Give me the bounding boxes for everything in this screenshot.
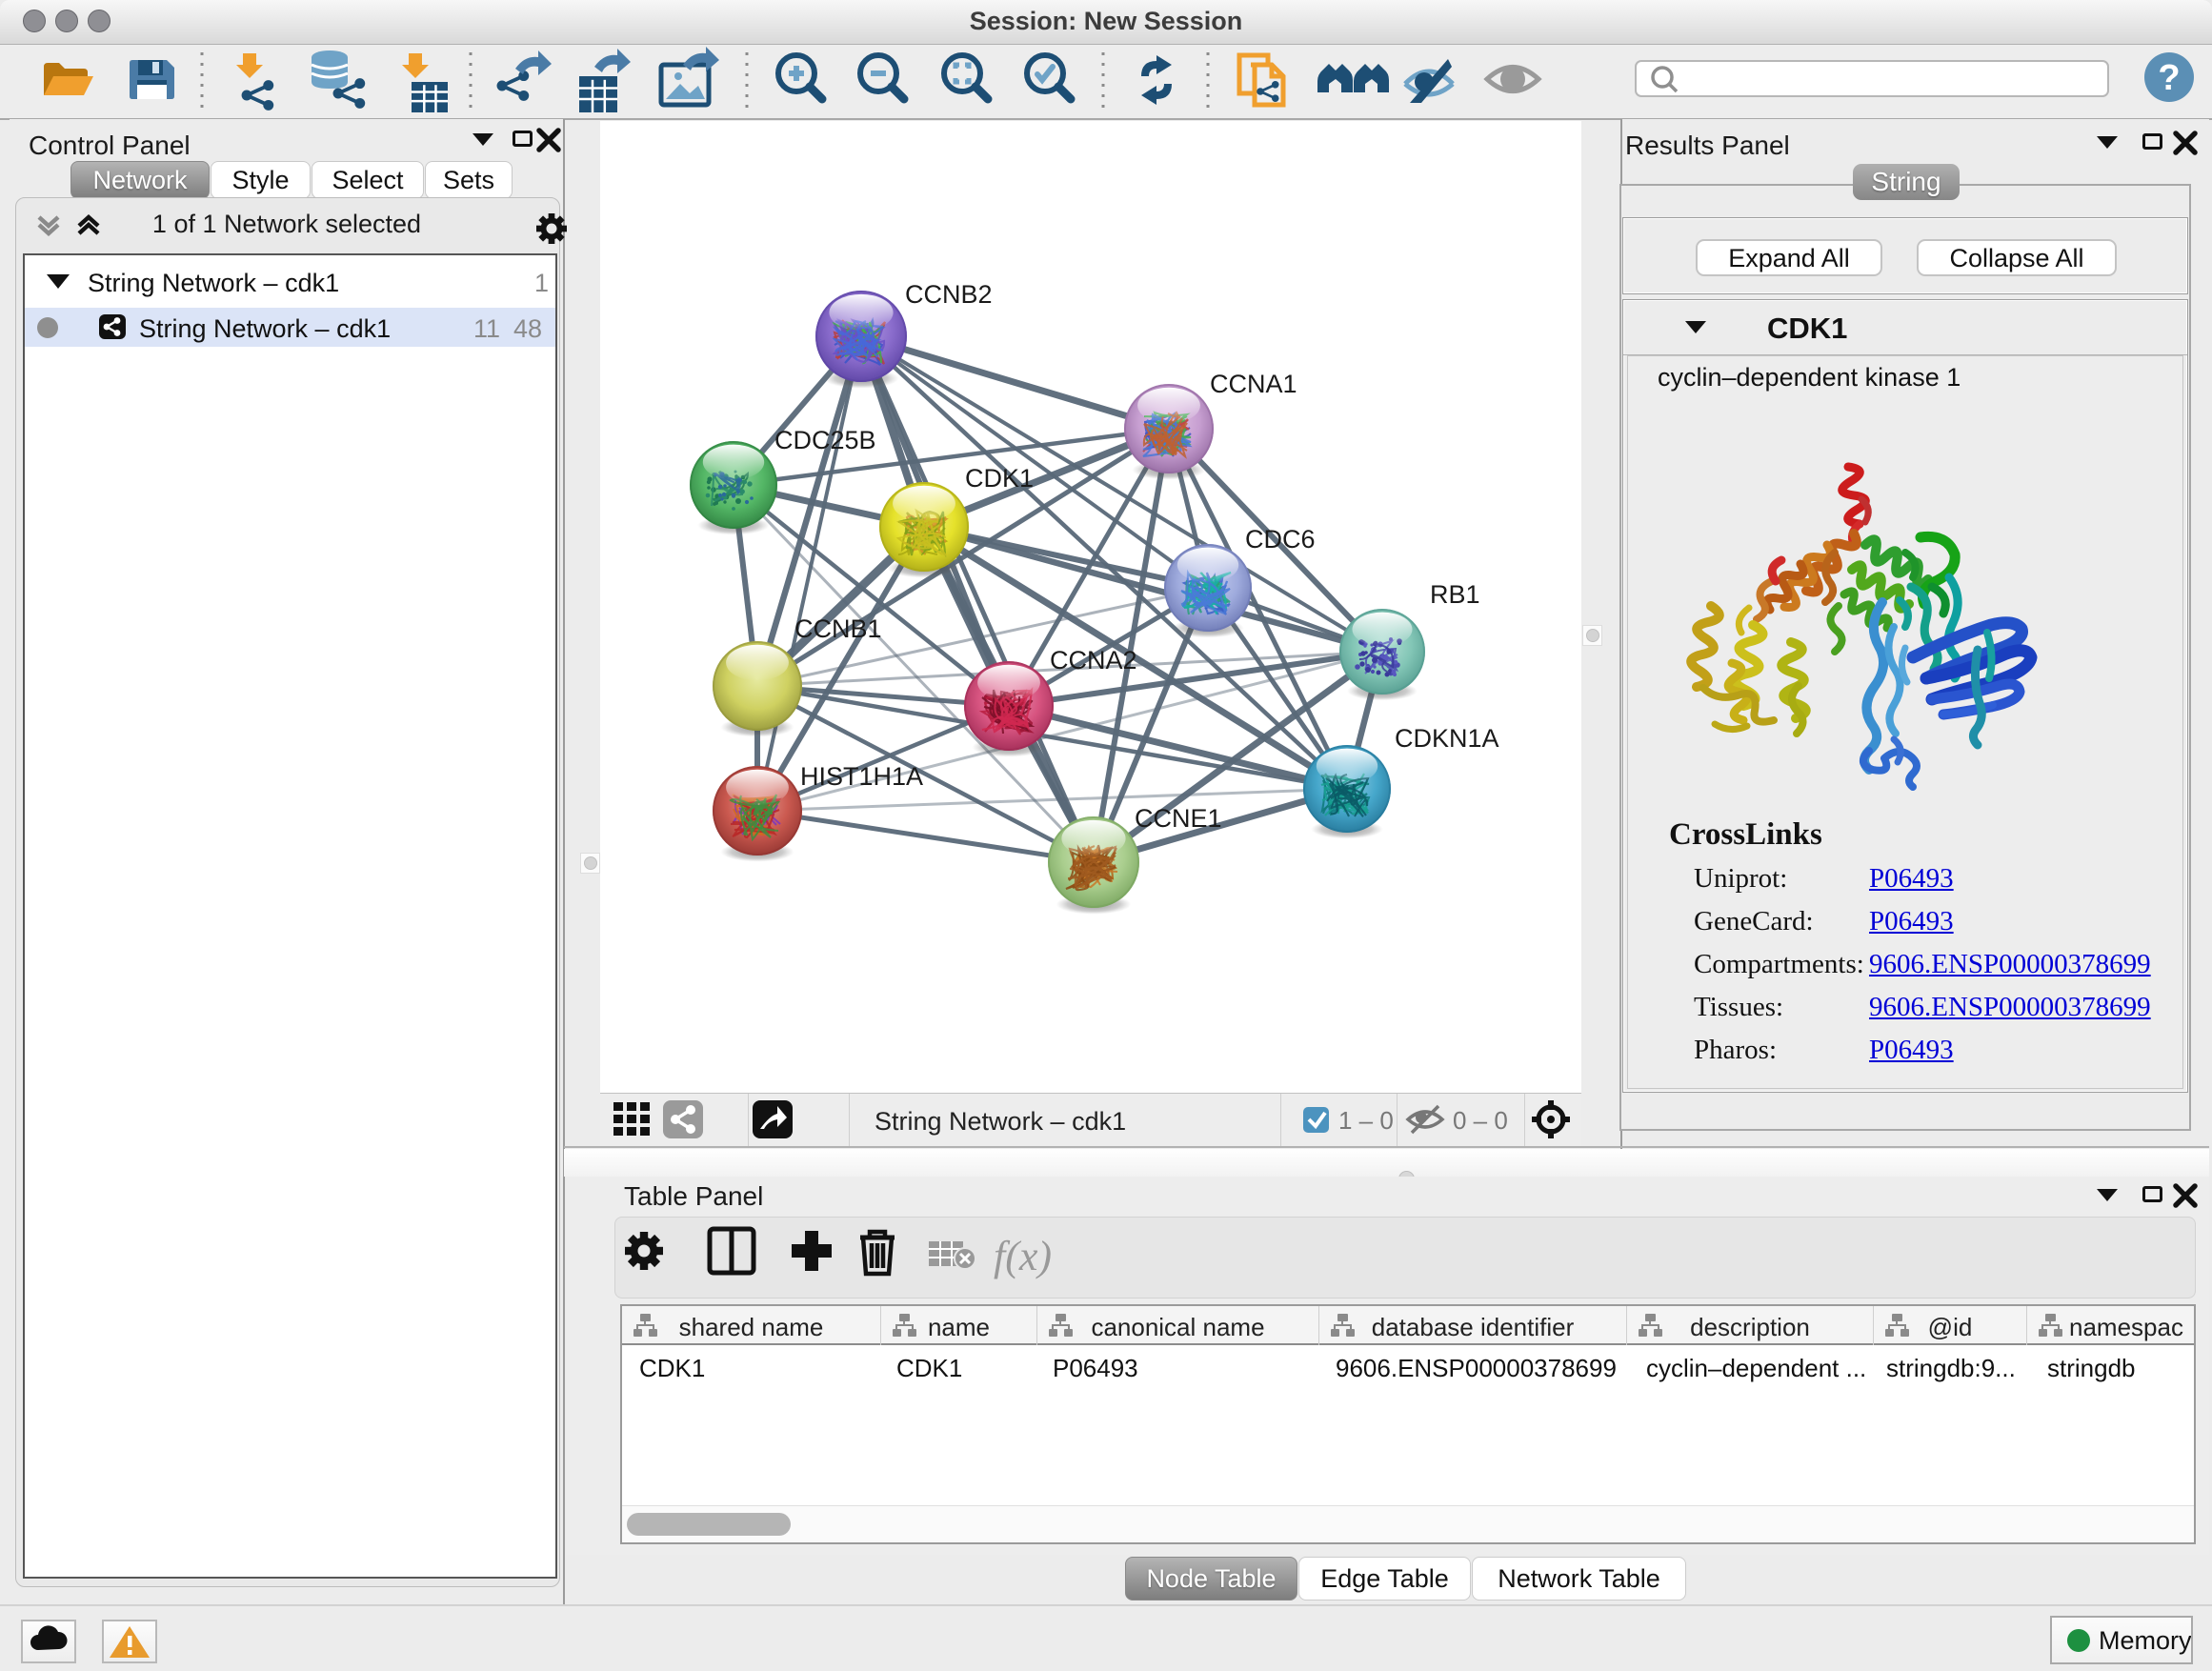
svg-text:RB1: RB1 — [1430, 580, 1480, 609]
svg-text:CDK1: CDK1 — [965, 464, 1034, 493]
svg-text:CDC25B: CDC25B — [774, 426, 876, 454]
svg-text:f(x): f(x) — [994, 1233, 1052, 1279]
svg-text:CDKN1A: CDKN1A — [1395, 724, 1499, 753]
svg-text:1 – 0: 1 – 0 — [1338, 1106, 1394, 1135]
svg-text:HIST1H1A: HIST1H1A — [800, 762, 923, 791]
svg-text:CCNA1: CCNA1 — [1210, 370, 1297, 398]
svg-text:CCNB1: CCNB1 — [794, 614, 882, 643]
svg-text:0 – 0: 0 – 0 — [1453, 1106, 1508, 1135]
svg-text:CDC6: CDC6 — [1245, 525, 1316, 554]
svg-text:?: ? — [2158, 58, 2180, 98]
svg-text:CCNB2: CCNB2 — [905, 280, 993, 309]
svg-text:CCNA2: CCNA2 — [1050, 646, 1137, 674]
svg-text:Memory: Memory — [2099, 1626, 2191, 1655]
svg-text:CCNE1: CCNE1 — [1135, 804, 1222, 833]
